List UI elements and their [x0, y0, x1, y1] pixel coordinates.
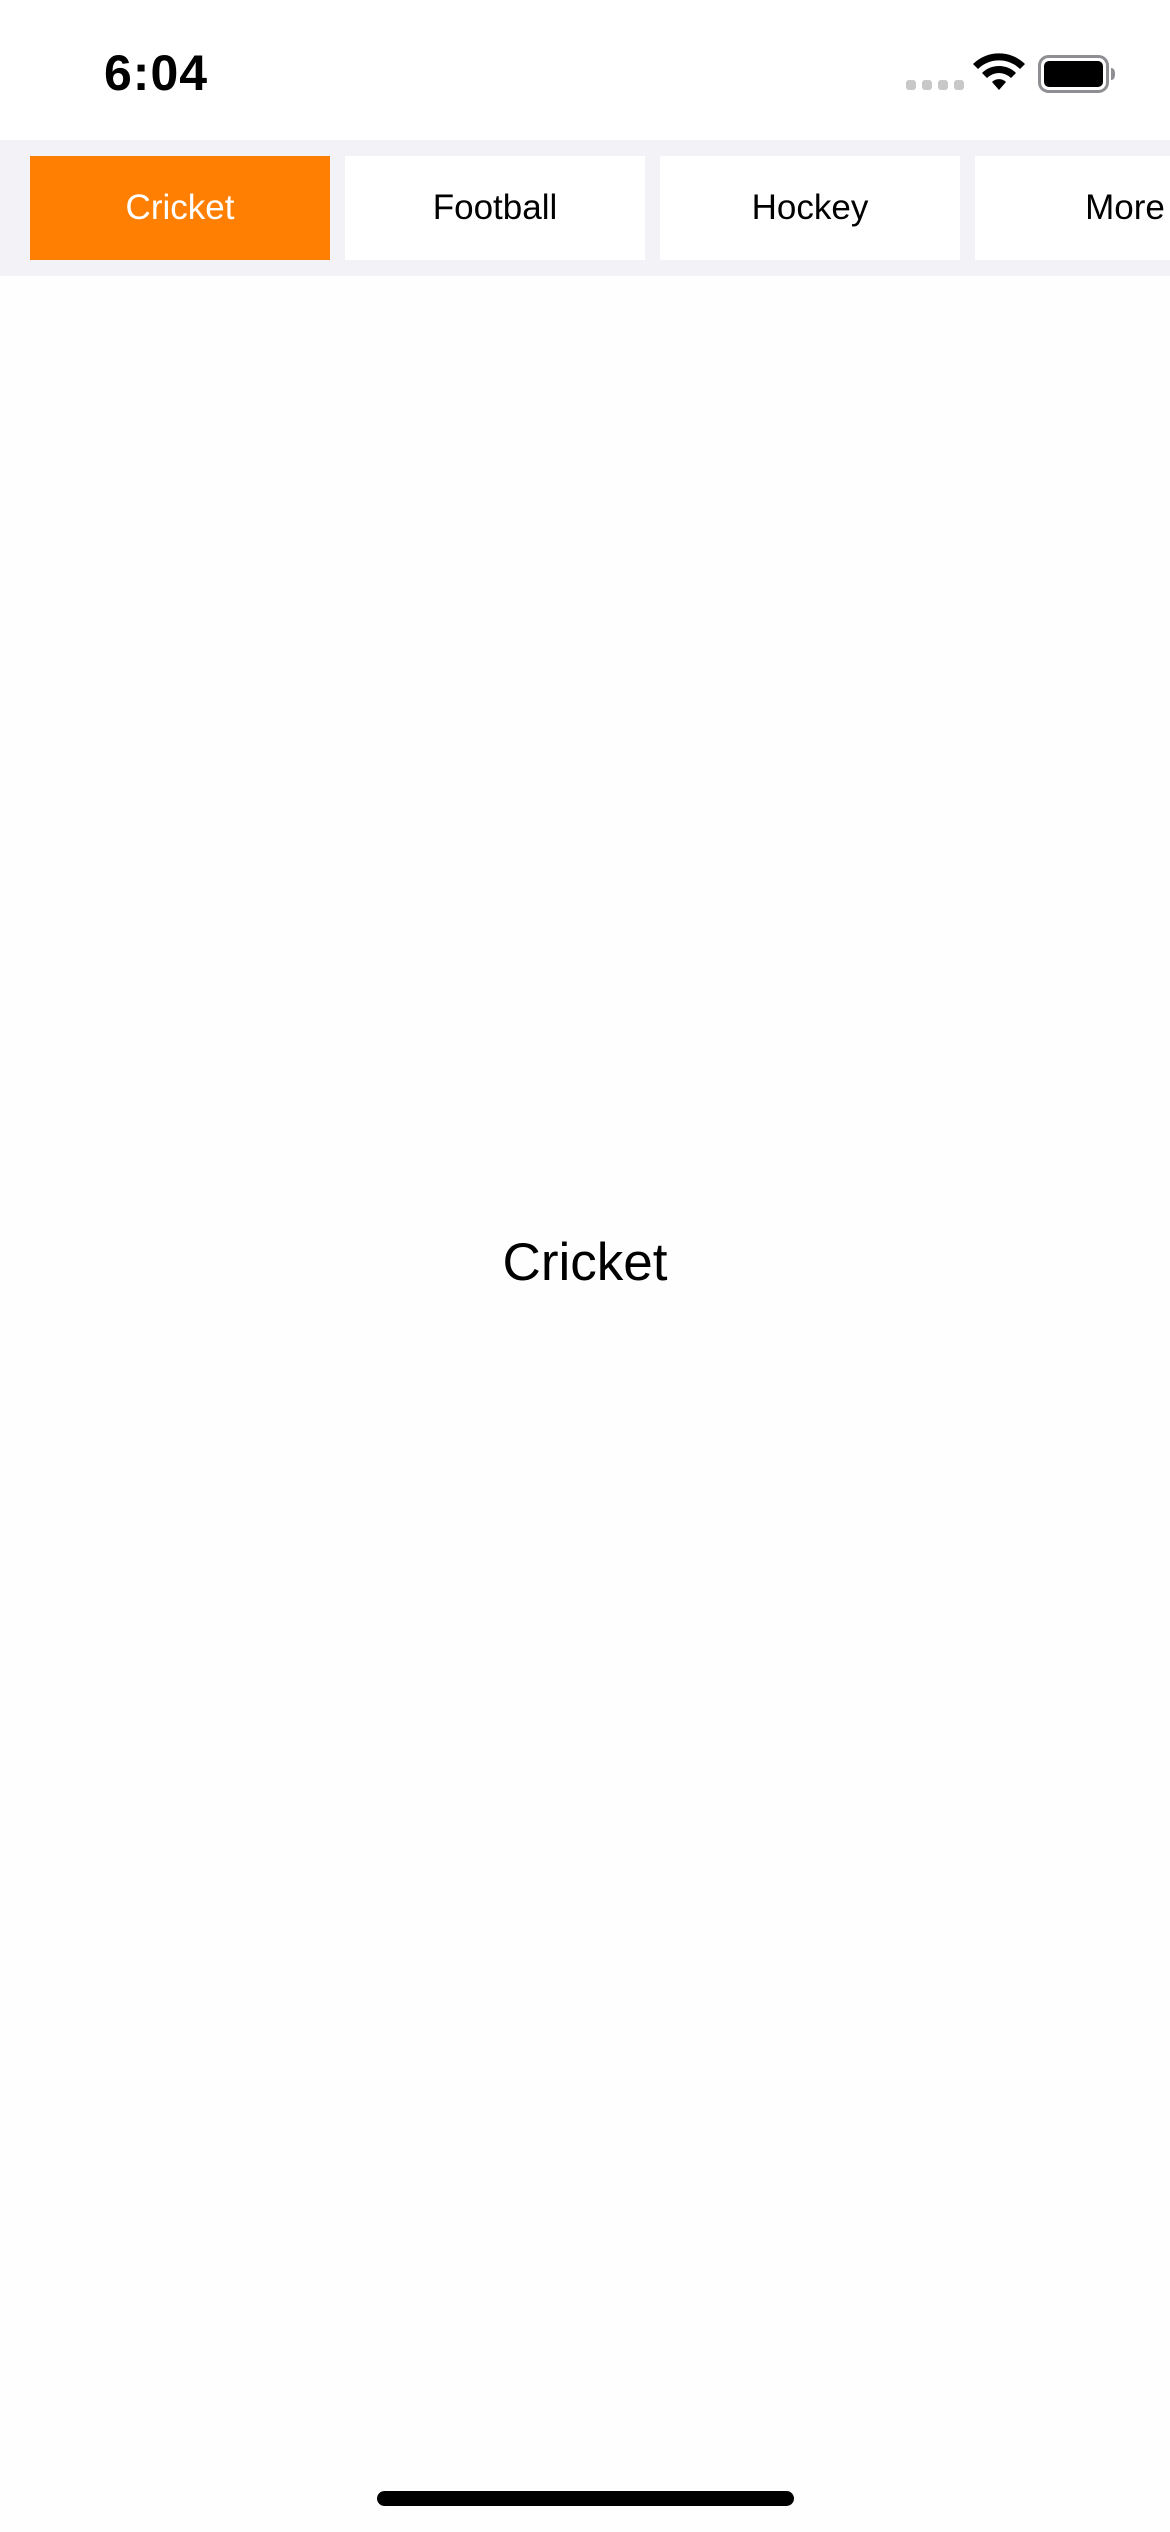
cellular-signal-dots-icon	[906, 80, 964, 90]
tab-more[interactable]: More	[975, 156, 1170, 260]
tab-label: Hockey	[751, 188, 869, 227]
tab-football[interactable]: Football	[345, 156, 645, 260]
status-bar: 6:04	[0, 0, 1170, 140]
battery-icon	[1038, 55, 1115, 93]
content-title: Cricket	[502, 1233, 668, 1292]
tab-cricket[interactable]: Cricket	[30, 156, 330, 260]
status-time: 6:04	[104, 45, 209, 101]
tab-hockey[interactable]: Hockey	[660, 156, 960, 260]
tab-label: Football	[432, 188, 558, 227]
home-indicator[interactable]	[377, 2491, 794, 2506]
wifi-icon	[973, 53, 1025, 90]
tab-label: More	[1085, 188, 1165, 227]
category-tab-bar[interactable]: Cricket Football Hockey More	[0, 140, 1170, 276]
app-screen: 6:04 Cricket Football Hockey More Cricke…	[0, 0, 1170, 2532]
tab-label: Cricket	[125, 188, 235, 227]
